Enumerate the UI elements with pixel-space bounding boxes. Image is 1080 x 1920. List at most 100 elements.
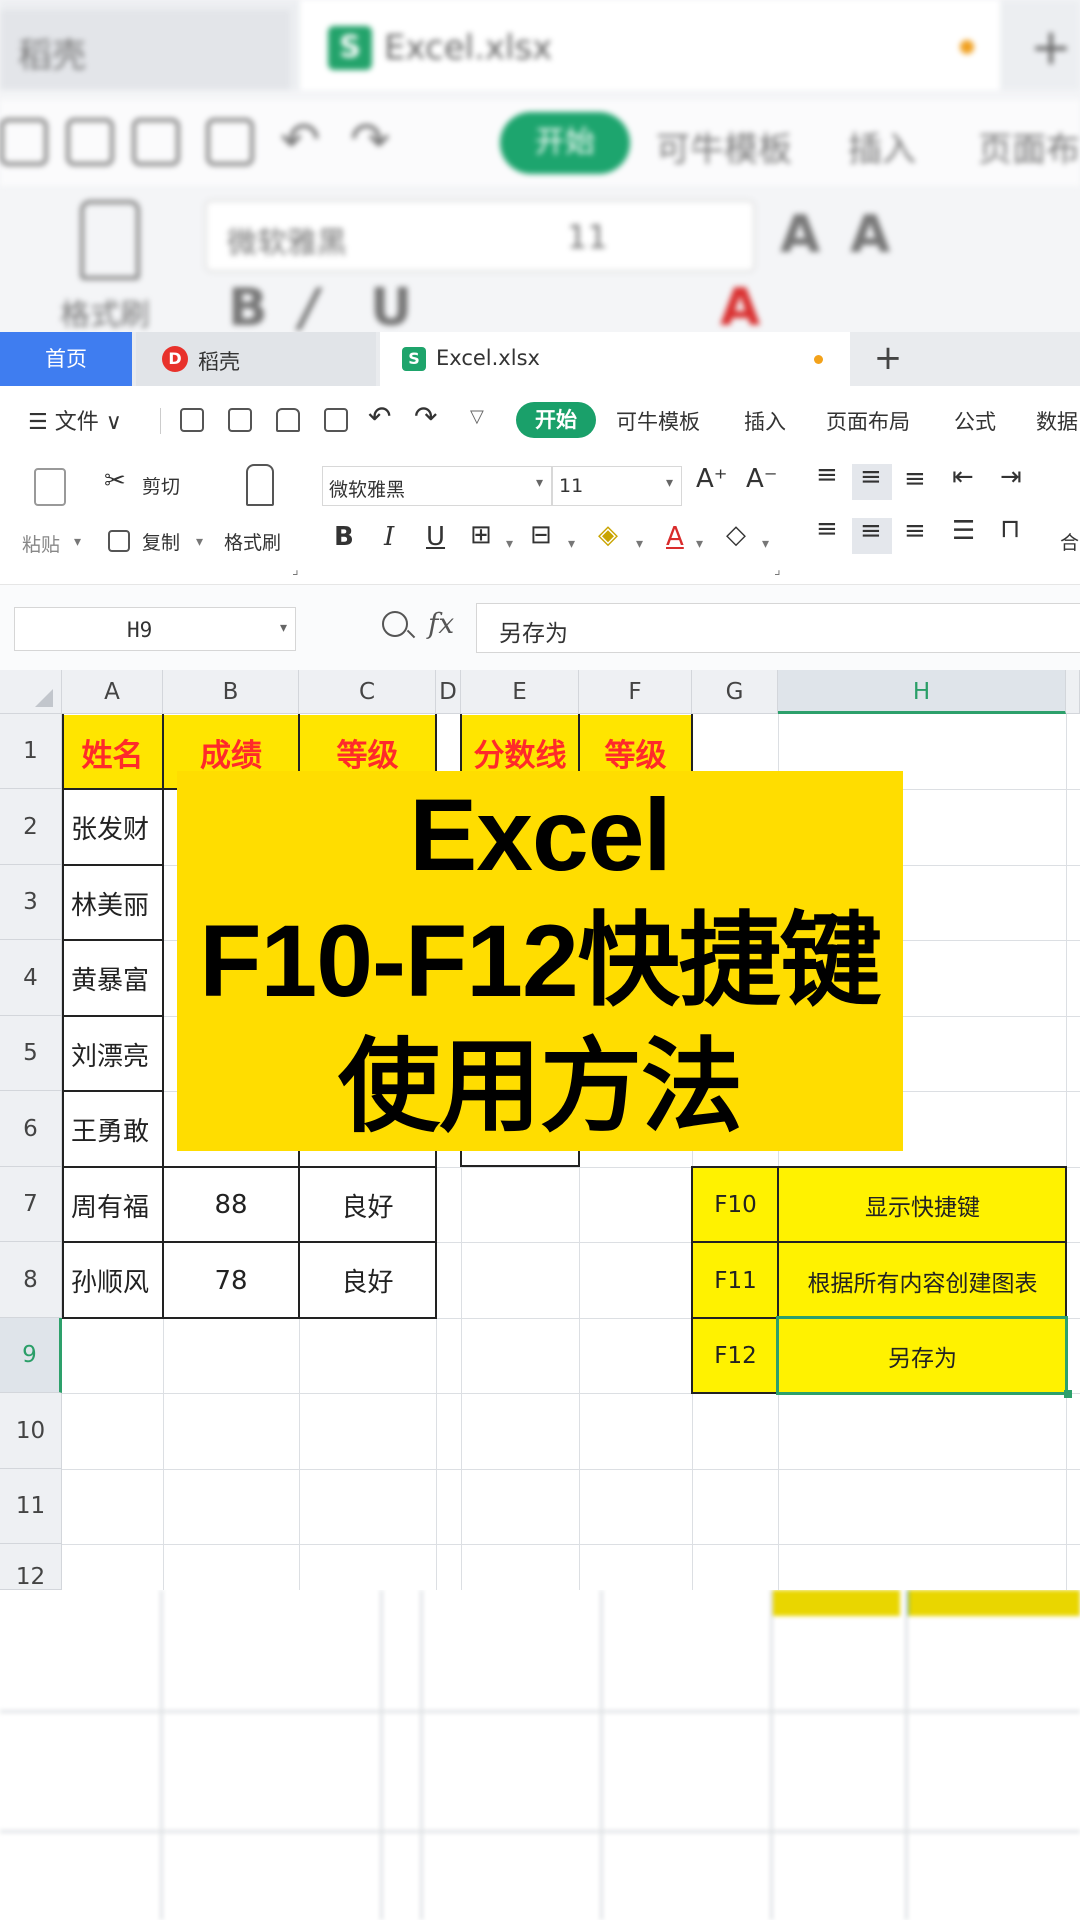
row-header-2[interactable]: 2	[0, 789, 62, 865]
font-color-dropdown-icon[interactable]: ▾	[696, 536, 703, 552]
cell-a7[interactable]: 周有福	[63, 1168, 163, 1242]
merge-cells-label[interactable]: 合	[1060, 528, 1079, 555]
menu-data[interactable]: 数据	[1036, 406, 1078, 436]
align-right-icon[interactable]: ≡	[904, 516, 926, 546]
cut-label[interactable]: 剪切	[142, 472, 180, 499]
paste-label[interactable]: 粘贴	[22, 530, 60, 557]
format-painter-icon[interactable]	[246, 464, 274, 506]
cell-b7[interactable]: 88	[164, 1168, 298, 1242]
row-header-4[interactable]: 4	[0, 940, 62, 1016]
decrease-indent-icon[interactable]: ⇤	[952, 462, 974, 492]
distributed-align-icon[interactable]: ⊓	[1000, 514, 1020, 544]
row-header-5[interactable]: 5	[0, 1016, 62, 1091]
clear-format-dropdown-icon[interactable]: ▾	[762, 536, 769, 552]
menu-insert[interactable]: 插入	[744, 406, 786, 436]
column-header-a[interactable]: A	[62, 670, 163, 714]
italic-button[interactable]: I	[384, 522, 394, 552]
font-name-select[interactable]: 微软雅黑 ▾	[322, 466, 552, 506]
row-header-6[interactable]: 6	[0, 1091, 62, 1167]
row-header-12[interactable]: 12	[0, 1544, 62, 1590]
menu-formula[interactable]: 公式	[954, 406, 996, 436]
column-header-i[interactable]	[1066, 670, 1080, 714]
cut-icon[interactable]: ✂	[104, 466, 126, 496]
cell-a1-name-header[interactable]: 姓名	[63, 715, 162, 789]
row-header-3[interactable]: 3	[0, 865, 62, 940]
clear-format-icon[interactable]: ◇	[726, 520, 746, 550]
column-header-d[interactable]: D	[436, 670, 461, 714]
export-icon[interactable]	[228, 408, 252, 432]
insert-function-icon[interactable]: fx	[428, 607, 454, 640]
print-icon[interactable]	[276, 408, 300, 432]
name-box[interactable]: H9 ▾	[14, 607, 296, 651]
grow-font-button[interactable]: A⁺	[696, 464, 728, 494]
fill-handle[interactable]	[1064, 1390, 1072, 1398]
active-cell-selection[interactable]	[776, 1316, 1068, 1395]
tab-home[interactable]: 首页	[0, 332, 132, 386]
clipboard-expand-icon[interactable]: ⌟	[292, 562, 299, 578]
file-menu[interactable]: ☰ 文件 ∨	[28, 404, 122, 436]
tab-daoke[interactable]: D 稻壳	[136, 332, 376, 386]
align-left-icon[interactable]: ≡	[816, 514, 838, 544]
align-top-icon[interactable]: ≡	[816, 460, 838, 490]
menu-page-layout[interactable]: 页面布局	[826, 406, 910, 436]
redo-icon[interactable]: ↷	[414, 400, 437, 433]
new-tab-button[interactable]: +	[868, 338, 908, 378]
font-size-select[interactable]: 11 ▾	[552, 466, 682, 506]
copy-icon[interactable]	[108, 530, 130, 552]
cell-g7-key[interactable]: F10	[693, 1168, 778, 1242]
column-header-f[interactable]: F	[579, 670, 692, 714]
cell-h7-desc[interactable]: 显示快捷键	[779, 1168, 1066, 1242]
cell-a5[interactable]: 刘漂亮	[63, 1017, 163, 1091]
font-color-icon[interactable]: A	[666, 522, 684, 552]
align-middle-icon[interactable]: ≡	[860, 462, 882, 492]
column-header-c[interactable]: C	[299, 670, 436, 714]
shrink-font-button[interactable]: A⁻	[746, 464, 778, 494]
cell-style-dropdown-icon[interactable]: ▾	[568, 536, 575, 552]
menu-template[interactable]: 可牛模板	[616, 406, 700, 436]
cell-a2[interactable]: 张发财	[63, 790, 163, 865]
borders-icon[interactable]: ⊞	[470, 520, 492, 550]
formula-input[interactable]: 另存为	[476, 603, 1080, 653]
print-preview-icon[interactable]	[324, 408, 348, 432]
row-header-10[interactable]: 10	[0, 1393, 62, 1469]
cell-g8-key[interactable]: F11	[693, 1243, 778, 1318]
undo-icon[interactable]: ↶	[368, 400, 391, 433]
align-center-icon[interactable]: ≡	[860, 516, 882, 546]
cell-h8-desc[interactable]: 根据所有内容创建图表	[779, 1243, 1066, 1318]
row-header-11[interactable]: 11	[0, 1469, 62, 1544]
copy-dropdown-icon[interactable]: ▾	[196, 534, 203, 550]
cell-style-icon[interactable]: ⊟	[530, 520, 552, 550]
cell-g9-key[interactable]: F12	[693, 1319, 778, 1393]
save-icon[interactable]	[180, 408, 204, 432]
cell-c7[interactable]: 良好	[300, 1168, 435, 1242]
column-header-b[interactable]: B	[163, 670, 299, 714]
tab-start[interactable]: 开始	[516, 402, 596, 438]
cell-a8[interactable]: 孙顺风	[63, 1243, 163, 1318]
fill-color-icon[interactable]: ◈	[598, 520, 618, 550]
cell-c8[interactable]: 良好	[300, 1243, 435, 1318]
paste-icon[interactable]	[34, 468, 66, 506]
column-header-h[interactable]: H	[778, 670, 1066, 714]
cell-a3[interactable]: 林美丽	[63, 866, 163, 940]
row-header-1[interactable]: 1	[0, 714, 62, 789]
select-all-corner[interactable]	[0, 670, 62, 714]
customize-dropdown-icon[interactable]: ▽	[470, 406, 484, 427]
column-header-g[interactable]: G	[692, 670, 778, 714]
increase-indent-icon[interactable]: ⇥	[1000, 462, 1022, 492]
paste-dropdown-icon[interactable]: ▾	[74, 534, 81, 550]
row-header-7[interactable]: 7	[0, 1167, 62, 1242]
bold-button[interactable]: B	[334, 522, 354, 552]
cell-a6[interactable]: 王勇敢	[63, 1092, 163, 1167]
cell-a4[interactable]: 黄暴富	[63, 941, 163, 1016]
format-painter-label[interactable]: 格式刷	[224, 528, 281, 555]
column-header-e[interactable]: E	[461, 670, 579, 714]
row-header-9[interactable]: 9	[0, 1318, 62, 1393]
justify-icon[interactable]: ☰	[952, 516, 975, 546]
cell-b8[interactable]: 78	[164, 1243, 298, 1318]
zoom-icon[interactable]	[382, 611, 408, 637]
underline-button[interactable]: U	[426, 522, 445, 552]
fill-color-dropdown-icon[interactable]: ▾	[636, 536, 643, 552]
borders-dropdown-icon[interactable]: ▾	[506, 536, 513, 552]
copy-label[interactable]: 复制	[142, 528, 180, 555]
font-expand-icon[interactable]: ⌟	[774, 562, 781, 578]
